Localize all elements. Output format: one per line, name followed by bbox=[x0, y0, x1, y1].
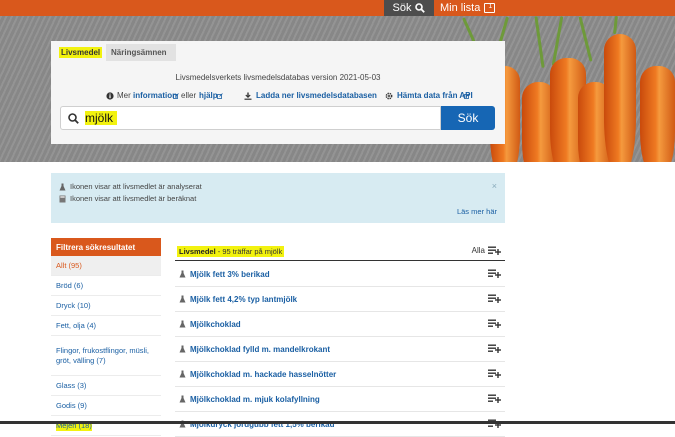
result-link[interactable]: Mjölkchoklad fylld m. mandelkrokant bbox=[190, 345, 330, 354]
search-box bbox=[60, 106, 441, 130]
top-bar bbox=[0, 0, 675, 16]
list-icon: 1 bbox=[484, 3, 496, 13]
tab-naringsamnen[interactable]: Näringsämnen bbox=[106, 44, 176, 61]
info-calculated-row: Ikonen visar att livsmedlet är beräknat bbox=[59, 194, 196, 203]
result-row: Mjölk fett 3% berikad bbox=[175, 262, 505, 287]
add-to-list-icon[interactable] bbox=[488, 319, 501, 328]
nav-search-button[interactable]: Sök bbox=[384, 0, 434, 16]
external-link-icon bbox=[464, 93, 470, 99]
add-to-list-icon[interactable] bbox=[488, 394, 501, 403]
flask-icon bbox=[179, 320, 186, 328]
search-input[interactable] bbox=[85, 109, 425, 127]
filter-item-label: Godis (9) bbox=[56, 400, 87, 410]
nav-search-label: Sök bbox=[392, 2, 412, 14]
result-row: Mjölk fett 4,2% typ lantmjölk bbox=[175, 287, 505, 312]
result-row: Mjölkchoklad fylld m. mandelkrokant bbox=[175, 337, 505, 362]
help-link[interactable]: hjälp bbox=[199, 91, 218, 100]
filter-item-dryck[interactable]: Dryck (10) bbox=[51, 296, 161, 316]
result-link[interactable]: Mjölk fett 4,2% typ lantmjölk bbox=[190, 295, 297, 304]
result-link[interactable]: Mjölkchoklad bbox=[190, 320, 241, 329]
search-icon bbox=[68, 113, 79, 124]
add-to-list-icon[interactable] bbox=[488, 269, 501, 278]
filter-item-fett-olja[interactable]: Fett, olja (4) bbox=[51, 316, 161, 336]
results-count: - 95 träffar på mjölk bbox=[215, 247, 283, 256]
flask-icon bbox=[179, 370, 186, 378]
more-prefix: Mer bbox=[117, 91, 131, 100]
calculator-icon bbox=[59, 195, 66, 202]
result-row: Mjölkdryck jordgubb fett 1,5% berikad bbox=[175, 412, 505, 437]
filter-item-godis[interactable]: Godis (9) bbox=[51, 396, 161, 416]
filter-item-label: Dryck (10) bbox=[56, 300, 91, 310]
information-link[interactable]: information bbox=[133, 91, 177, 100]
flask-icon bbox=[179, 295, 186, 303]
tab-naringsamnen-label: Näringsämnen bbox=[111, 48, 167, 57]
search-icon bbox=[415, 3, 426, 13]
filter-header: Filtrera sökresultatet bbox=[51, 238, 161, 256]
filter-item-mejeri[interactable]: Mejeri (18) bbox=[51, 416, 161, 436]
info-analysed-text: Ikonen visar att livsmedlet är analysera… bbox=[70, 182, 202, 191]
add-all-label: Alla bbox=[471, 246, 485, 255]
api-link[interactable]: Hämta data från API bbox=[397, 91, 473, 100]
close-icon[interactable]: × bbox=[492, 181, 497, 191]
filter-item-label: Allt (95) bbox=[56, 260, 82, 270]
external-link-icon bbox=[173, 93, 179, 99]
download-icon bbox=[244, 92, 252, 100]
gear-icon bbox=[385, 92, 393, 100]
info-calculated-text: Ikonen visar att livsmedlet är beräknat bbox=[70, 194, 197, 203]
add-to-list-icon[interactable] bbox=[488, 369, 501, 378]
read-more-link[interactable]: Läs mer här bbox=[457, 207, 497, 216]
add-to-list-icon[interactable] bbox=[488, 344, 501, 353]
flask-icon bbox=[59, 183, 66, 190]
flask-icon bbox=[179, 345, 186, 353]
results-summary: Livsmedel - 95 träffar på mjölk bbox=[177, 246, 285, 257]
nav-my-list-button[interactable]: Min lista 1 bbox=[440, 0, 510, 16]
add-to-list-icon[interactable] bbox=[488, 294, 501, 303]
list-count-badge: 1 bbox=[488, 3, 493, 10]
add-to-list-icon bbox=[488, 246, 501, 255]
results-header: Livsmedel - 95 träffar på mjölk Alla bbox=[175, 246, 505, 261]
filter-item-allt[interactable]: Allt (95) bbox=[51, 256, 161, 276]
tab-livsmedel[interactable]: Livsmedel bbox=[54, 44, 108, 61]
result-link[interactable]: Mjölk fett 3% berikad bbox=[190, 270, 270, 279]
add-all-button[interactable]: Alla bbox=[472, 246, 501, 255]
nav-my-list-label: Min lista bbox=[440, 2, 481, 14]
filter-item-label: Glass (3) bbox=[56, 380, 87, 390]
links-row: Mer information eller hjälp Ladda ner li… bbox=[51, 91, 505, 103]
filter-list: Allt (95) Bröd (6) Dryck (10) Fett, olja… bbox=[51, 256, 161, 436]
result-link[interactable]: Mjölkchoklad m. hackade hasselnötter bbox=[190, 370, 336, 379]
external-link-icon bbox=[217, 93, 223, 99]
flask-icon bbox=[179, 270, 186, 278]
or-text: eller bbox=[181, 91, 197, 100]
filter-item-brod[interactable]: Bröd (6) bbox=[51, 276, 161, 296]
info-circle-icon bbox=[106, 92, 114, 100]
filter-item-flingor[interactable]: Flingor, frukostflingor, müsli, gröt, vä… bbox=[51, 336, 161, 376]
filter-item-label: Bröd (6) bbox=[56, 280, 84, 290]
result-row: Mjölkchoklad bbox=[175, 312, 505, 337]
search-button[interactable]: Sök bbox=[441, 106, 495, 130]
tab-livsmedel-label: Livsmedel bbox=[59, 47, 103, 58]
database-version: Livsmedelsverkets livsmedelsdatabas vers… bbox=[175, 73, 381, 82]
filter-item-label: Fett, olja (4) bbox=[56, 320, 97, 330]
filter-item-label: Flingor, frukostflingor, müsli, gröt, vä… bbox=[56, 345, 149, 365]
info-analysed-row: Ikonen visar att livsmedlet är analysera… bbox=[59, 182, 202, 191]
result-row: Mjölkchoklad m. mjuk kolafyllning bbox=[175, 387, 505, 412]
flask-icon bbox=[179, 395, 186, 403]
results-category: Livsmedel bbox=[179, 247, 216, 256]
result-row: Mjölkchoklad m. hackade hasselnötter bbox=[175, 362, 505, 387]
filter-item-glass[interactable]: Glass (3) bbox=[51, 376, 161, 396]
result-list: Mjölk fett 3% berikad Mjölk fett 4,2% typ… bbox=[175, 262, 505, 437]
icon-info-box: Ikonen visar att livsmedlet är analysera… bbox=[51, 173, 505, 223]
download-database-link[interactable]: Ladda ner livsmedelsdatabasen bbox=[256, 91, 377, 100]
result-link[interactable]: Mjölkchoklad m. mjuk kolafyllning bbox=[190, 395, 320, 404]
